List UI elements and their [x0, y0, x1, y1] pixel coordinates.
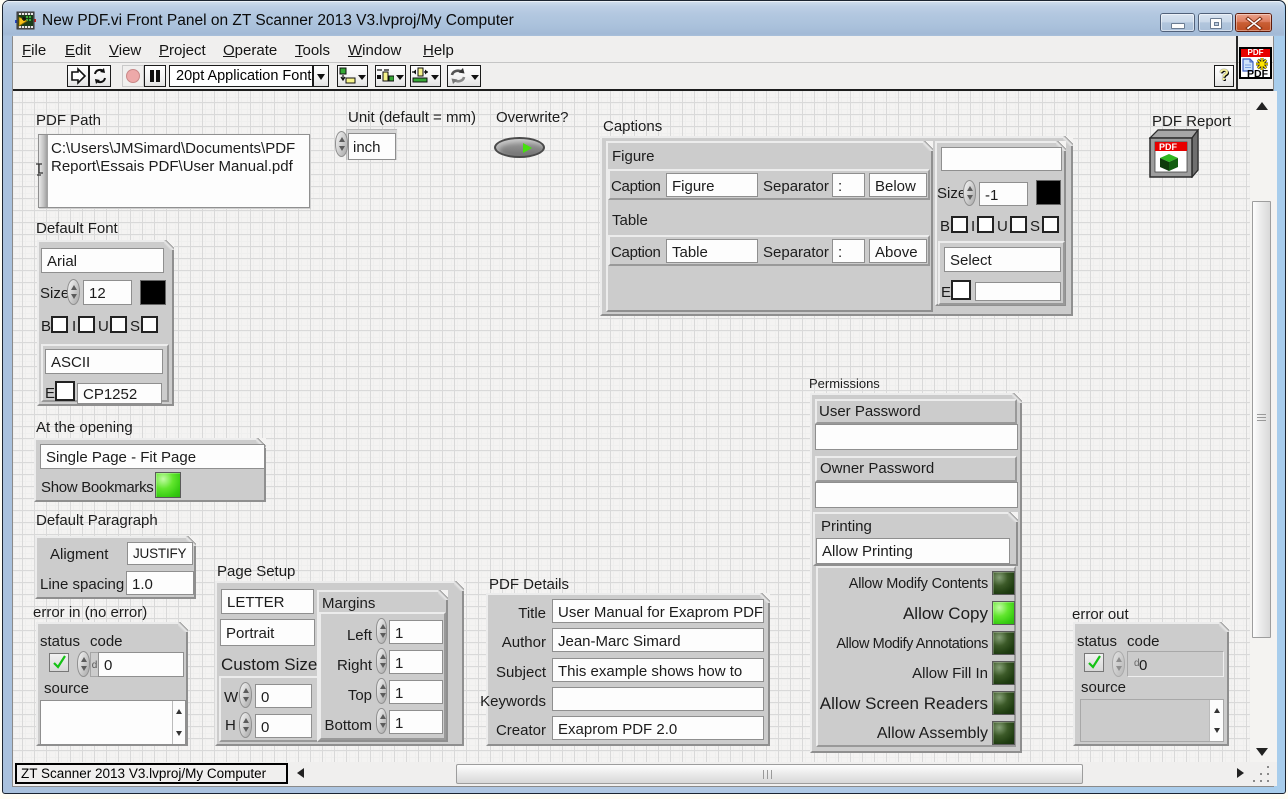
svg-text:PDF: PDF: [1159, 142, 1178, 152]
